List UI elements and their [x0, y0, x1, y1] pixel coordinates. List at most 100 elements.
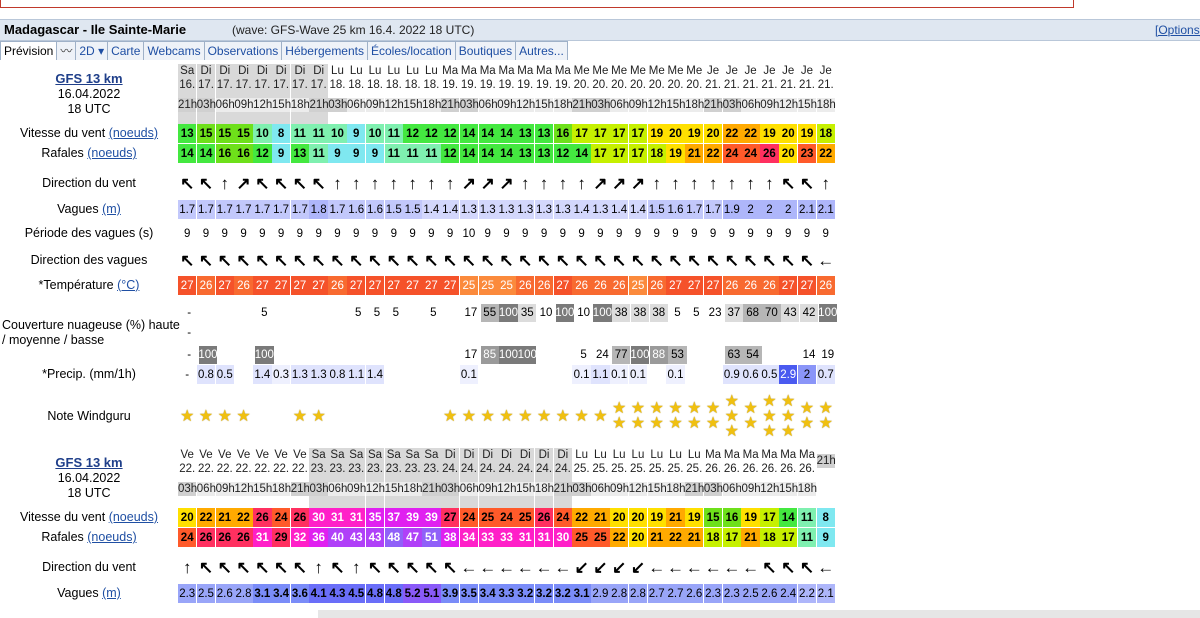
- wind-dir-cell: ←: [666, 554, 684, 580]
- hour-label: 15h: [253, 482, 273, 496]
- rating-cell: ★ ★: [817, 390, 835, 442]
- date-label: 21.: [705, 79, 722, 91]
- date-label: 26.: [723, 463, 740, 475]
- gust-unit-link-2[interactable]: (noeuds): [87, 530, 136, 545]
- gust-cell: 9: [271, 144, 291, 163]
- options-link[interactable]: [Options]: [1155, 23, 1200, 37]
- direction-arrow-icon: ↖: [236, 250, 251, 270]
- wind-dir-row-2: Direction du vent ↑ ↖ ↖ ↖ ↖ ↖ ↖ ↑ ↖ ↑ ↖ ↖ ↖ ↖ ↖ ← ← ← ← ← ← ↙…: [0, 554, 1200, 580]
- tab-ecoles[interactable]: Écoles/location: [367, 41, 456, 60]
- wind-dir-cell: ↑: [817, 170, 835, 196]
- tab-webcams[interactable]: Webcams: [143, 41, 205, 60]
- direction-arrow-icon: ↖: [799, 557, 815, 577]
- direction-arrow-icon: ↖: [198, 250, 214, 270]
- wave-cell: 3.6: [290, 584, 310, 603]
- gust-cell: 21: [741, 528, 760, 547]
- gust-cell: 36: [309, 528, 328, 547]
- tab-graph-icon[interactable]: 〰: [56, 41, 77, 60]
- day-label: Ma: [780, 449, 797, 461]
- star-icon: ★: [180, 407, 195, 425]
- cloud-cell: [199, 324, 217, 342]
- star-icon: ★: [518, 407, 533, 425]
- date-label: 17.: [216, 79, 233, 91]
- tab-2d[interactable]: 2D ▾: [75, 41, 109, 60]
- cloud-cell: 55: [480, 304, 499, 322]
- tab-carte[interactable]: Carte: [107, 41, 145, 60]
- rating-cell: ★ ★ ★: [723, 390, 741, 442]
- gust-cell: 17: [591, 144, 610, 163]
- cloud-cell: [236, 346, 254, 364]
- day-label: Me: [611, 65, 628, 77]
- direction-arrow-icon: ↖: [180, 173, 195, 193]
- day-label: Ma: [705, 449, 722, 461]
- day-label: Ve: [274, 449, 288, 461]
- direction-arrow-icon: ↗: [630, 173, 646, 193]
- tab-boutiques[interactable]: Boutiques: [454, 41, 517, 60]
- cloud-cell: 5: [693, 307, 700, 319]
- time-cell: Lu 25. 03h: [572, 448, 592, 508]
- wind-dir-cell: ↑: [328, 170, 346, 196]
- wind-cell: 19: [760, 124, 779, 143]
- date-label: 19.: [498, 79, 515, 91]
- period-cell: 9: [315, 227, 322, 240]
- star-icon: ★: [724, 392, 740, 410]
- wind-cell: 31: [328, 508, 347, 527]
- wind-unit-link[interactable]: (noeuds): [109, 126, 158, 141]
- date-label: 22.: [291, 463, 308, 475]
- wind-dir-cell: ↙: [572, 554, 590, 580]
- temp-unit-link[interactable]: (°C): [117, 278, 139, 293]
- hour-label: 15h: [779, 482, 799, 496]
- cloud-cell: 100: [630, 346, 650, 364]
- date-label: 19.: [460, 79, 477, 91]
- period-cell: 9: [390, 227, 397, 240]
- wind-cell: 19: [797, 124, 817, 143]
- horizontal-scrollbar[interactable]: [318, 610, 1200, 618]
- model-link-2[interactable]: GFS 13 km: [55, 455, 122, 471]
- wind-unit-link-2[interactable]: (noeuds): [109, 510, 158, 525]
- precip-cell: 0.1: [572, 365, 591, 384]
- wave-dir-cell: ↖: [441, 248, 459, 272]
- waves-unit-link-2[interactable]: (m): [102, 586, 121, 601]
- period-cell: 9: [709, 227, 717, 240]
- wind-cell: 17: [572, 124, 591, 143]
- hour-label: 09h: [347, 482, 367, 496]
- period-cell: 9: [803, 227, 811, 240]
- hour-label: 21h: [685, 482, 705, 496]
- day-label: Lu: [331, 65, 344, 77]
- direction-arrow-icon: ↙: [593, 557, 608, 577]
- temp-cells: 27 26 27 26 27 27 27 27 26 27 27 27 27 27 27 25 25 25 26 26…: [178, 276, 835, 295]
- direction-arrow-icon: ←: [648, 557, 666, 577]
- time-cell: Me 20. 03h: [591, 64, 610, 124]
- wind-cell: 22: [722, 124, 742, 143]
- tab-autres[interactable]: Autres...: [515, 41, 568, 60]
- day-label: Di: [256, 65, 268, 77]
- period-row: Période des vagues (s) 9 9 9 9 9 9 9 9 9 9 9 9 9 9 9 10…: [0, 224, 1200, 243]
- wave-dir-cell: ↖: [760, 248, 778, 272]
- direction-arrow-icon: ↖: [781, 250, 796, 270]
- gust-unit-link[interactable]: (noeuds): [87, 146, 136, 161]
- tab-prevision[interactable]: Prévision: [0, 41, 58, 60]
- gust-cell: 29: [271, 528, 291, 547]
- period-cell: 9: [747, 227, 754, 240]
- precip-cells: -0.8 0.5 1.4 0.3 1.3 1.3 0.8 1.1 1.4 0.1 0.1 1.1 0.1…: [178, 365, 835, 384]
- wind-dir-cell: ↖: [798, 554, 816, 580]
- star-icon: ★: [781, 407, 796, 425]
- waves-unit-link[interactable]: (m): [102, 202, 121, 217]
- cloud-cell: 5: [580, 349, 587, 361]
- tab-observations[interactable]: Observations: [203, 41, 283, 60]
- rating-cell: [422, 390, 440, 442]
- direction-arrow-icon: ↑: [746, 173, 755, 193]
- wind-cell: 20: [703, 124, 723, 143]
- rating-cell: [272, 390, 290, 442]
- period-cell: 9: [597, 227, 604, 240]
- star-icon: ★: [574, 407, 589, 425]
- date-label: 17.: [254, 79, 271, 91]
- wave-cell: 1.3: [553, 200, 573, 219]
- model-link[interactable]: GFS 13 km: [55, 71, 122, 87]
- wind-cell: 26: [534, 508, 554, 527]
- wave-dir-cell: ↖: [234, 248, 252, 272]
- date-label: 20.: [667, 79, 684, 91]
- tab-hebergements[interactable]: Hébergements: [281, 41, 368, 60]
- gust-cell: 14: [497, 144, 516, 163]
- gust-cell: 19: [666, 144, 685, 163]
